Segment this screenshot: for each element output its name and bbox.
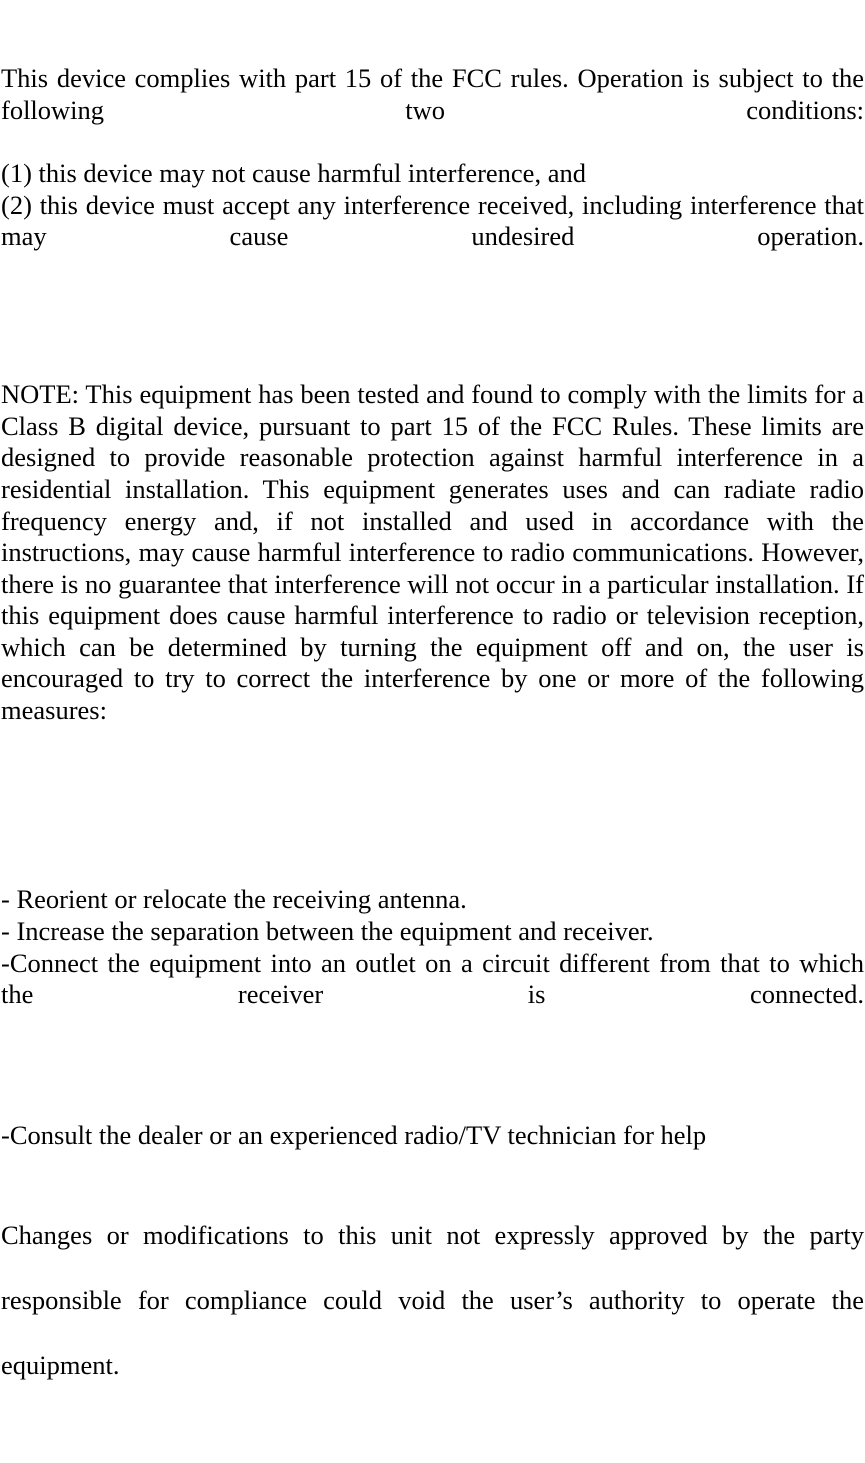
compliance-statement-paragraph: This device complies with part 15 of the… [1,0,864,348]
document-page: This device complies with part 15 of the… [0,0,865,1380]
changes-or-modifications-paragraph: Changes or modifications to this unit no… [1,1220,864,1381]
measure-item-connect-different-outlet: -Connect the equipment into an outlet on… [1,947,864,1010]
corrective-measures-list: - Reorient or relocate the receiving ant… [1,758,864,1105]
compliance-condition-2: (2) this device must accept any interfer… [1,189,864,252]
measure-item-increase-separation: - Increase the separation between the eq… [1,916,654,947]
measure-item-consult-dealer: -Consult the dealer or an experienced ra… [1,1119,707,1150]
compliance-conditions-intro: This device complies with part 15 of the… [1,63,864,125]
fcc-note-paragraph: NOTE: This equipment has been tested and… [1,379,864,726]
measure-item-reorient-antenna: - Reorient or relocate the receiving ant… [1,884,467,915]
compliance-condition-1: (1) this device may not cause harmful in… [1,157,586,188]
